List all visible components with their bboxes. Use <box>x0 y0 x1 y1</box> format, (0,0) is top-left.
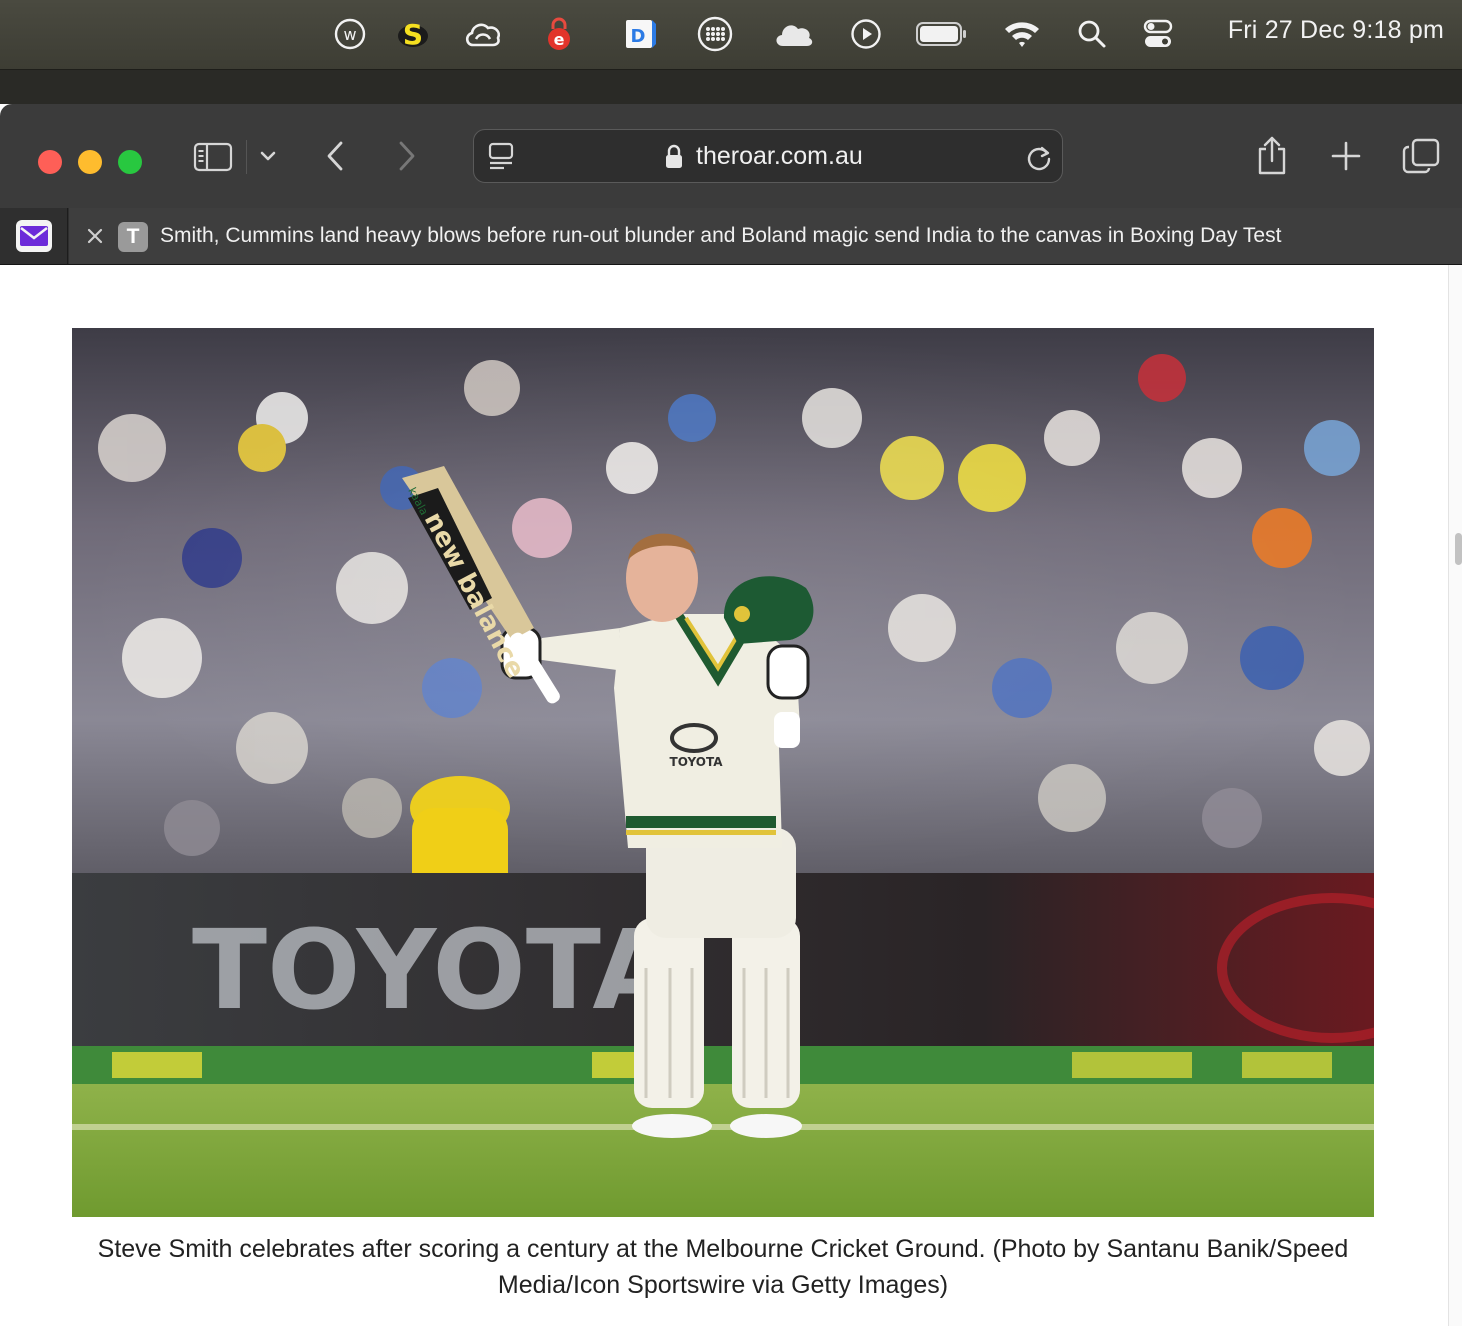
tab-overview-icon[interactable] <box>1400 136 1442 176</box>
w-circle-icon[interactable]: w <box>332 14 368 54</box>
menu-bar: w S e D Fri 27 Dec 9:18 pm <box>0 0 1462 70</box>
photo-signage-text: TOYOTA <box>192 906 678 1034</box>
address-bar[interactable]: theroar.com.au <box>473 129 1063 183</box>
svg-text:D: D <box>631 26 646 47</box>
active-tab[interactable]: T Smith, Cummins land heavy blows before… <box>69 208 1462 264</box>
scrollbar-thumb[interactable] <box>1455 533 1462 565</box>
scrollbar-track[interactable] <box>1448 265 1462 1326</box>
play-circle-icon[interactable] <box>849 14 883 54</box>
photo-caption: Steve Smith celebrates after scoring a c… <box>97 1235 1349 1299</box>
tab-title[interactable]: Smith, Cummins land heavy blows before r… <box>160 224 1281 248</box>
s-coin-icon[interactable]: S <box>395 14 431 54</box>
toolbar-divider <box>246 140 247 174</box>
close-tab-icon[interactable] <box>83 224 107 248</box>
minimize-window-button[interactable] <box>78 150 102 174</box>
wifi-icon[interactable] <box>1002 14 1042 54</box>
share-icon[interactable] <box>1254 134 1290 178</box>
svg-text:w: w <box>343 25 356 44</box>
cricket-photo-illustration: TOYOTA TOYOTA new balance kaala <box>72 328 1374 1217</box>
back-button[interactable] <box>320 138 350 174</box>
page-content: TOYOTA TOYOTA new balance kaala Steve Sm… <box>0 265 1462 1326</box>
article-photo: TOYOTA TOYOTA new balance kaala <box>72 328 1374 1217</box>
tab-favicon: T <box>118 222 148 252</box>
d-document-icon[interactable]: D <box>622 14 658 54</box>
search-icon[interactable] <box>1076 14 1108 54</box>
browser-toolbar: theroar.com.au <box>0 104 1462 208</box>
battery-icon[interactable] <box>914 14 970 54</box>
cloud-icon[interactable] <box>772 14 816 54</box>
mail-icon <box>15 220 52 252</box>
close-window-button[interactable] <box>38 150 62 174</box>
creative-cloud-icon[interactable] <box>462 14 504 54</box>
grid-dots-icon[interactable] <box>696 14 734 54</box>
reload-icon[interactable] <box>1024 143 1054 173</box>
photo-shirt-sponsor: TOYOTA <box>670 755 724 769</box>
zoom-window-button[interactable] <box>118 150 142 174</box>
pinned-tab-mail[interactable] <box>0 208 68 264</box>
reader-mode-icon[interactable] <box>486 142 516 172</box>
svg-text:S: S <box>403 18 423 51</box>
tab-bar: T Smith, Cummins land heavy blows before… <box>0 208 1462 265</box>
lock-icon <box>662 143 686 171</box>
svg-text:e: e <box>554 30 565 49</box>
desktop-background <box>0 70 1462 104</box>
sidebar-toggle-icon[interactable] <box>192 140 234 174</box>
e-lock-icon[interactable]: e <box>543 14 575 54</box>
control-center-icon[interactable] <box>1140 14 1176 54</box>
new-tab-icon[interactable] <box>1328 138 1364 174</box>
chevron-down-icon[interactable] <box>256 144 280 168</box>
url-text[interactable]: theroar.com.au <box>696 142 863 171</box>
forward-button[interactable] <box>392 138 422 174</box>
menu-bar-clock[interactable]: Fri 27 Dec 9:18 pm <box>1228 16 1444 45</box>
